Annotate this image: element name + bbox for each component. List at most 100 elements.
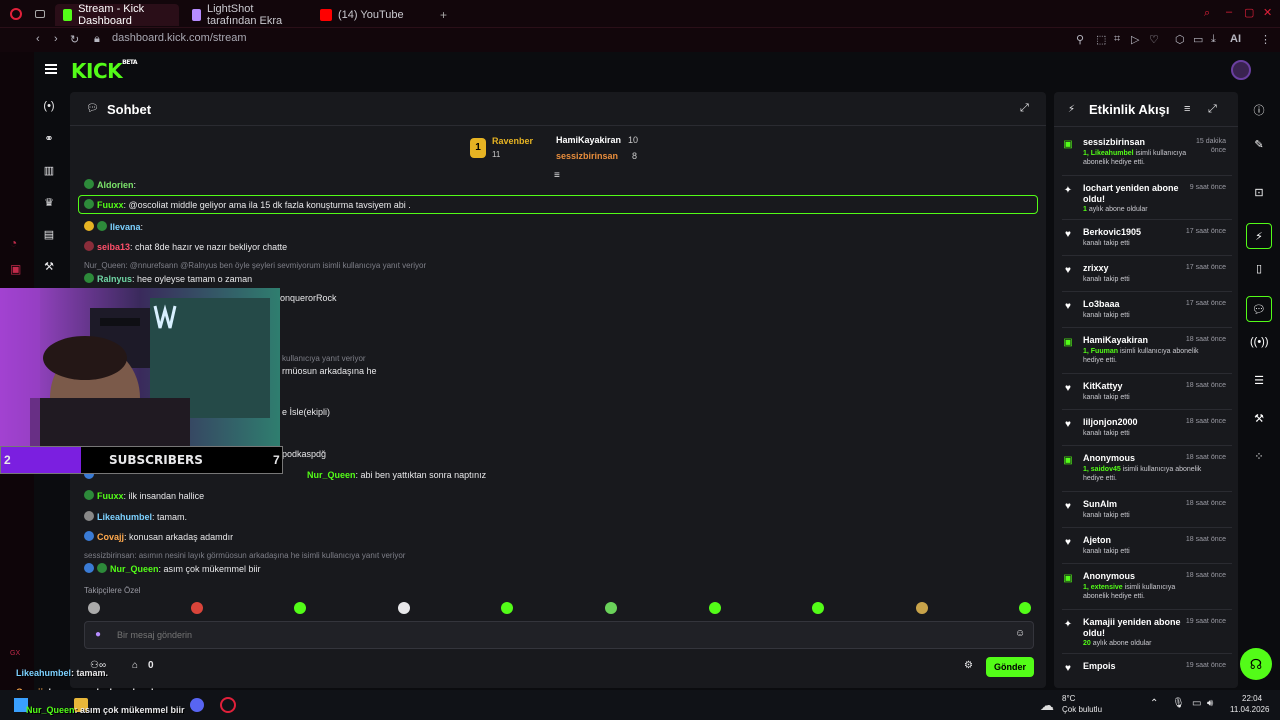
emote-icon[interactable] <box>88 602 100 614</box>
volume-icon[interactable]: 🔊︎ <box>1207 698 1213 709</box>
stream-icon[interactable]: (•) <box>42 100 56 114</box>
pin-icon[interactable]: ⚲ <box>1076 33 1084 46</box>
emote-icon[interactable] <box>709 602 721 614</box>
activity-popout-icon[interactable]: ⤢ <box>1208 103 1217 116</box>
chat-username[interactable]: Ilevana <box>110 222 141 232</box>
heart-icon[interactable]: ♡ <box>1149 33 1159 46</box>
store-icon[interactable]: ⌂ <box>132 660 138 671</box>
trophy-icon[interactable]: ♛ <box>42 196 56 210</box>
wrench-icon[interactable]: ⚒ <box>42 260 56 274</box>
lightning-icon[interactable]: ⚡︎ <box>1246 223 1272 249</box>
link-icon[interactable]: ⚭ <box>42 132 56 146</box>
history-icon[interactable]: ◔ <box>10 236 17 250</box>
event-name[interactable]: Anonymous <box>1083 453 1191 464</box>
emote-icon[interactable] <box>501 602 513 614</box>
clips-icon[interactable]: ▤ <box>42 228 56 242</box>
popout-icon[interactable]: ⤢ <box>1020 102 1029 115</box>
leader-name[interactable]: Ravenber <box>492 136 533 146</box>
activity-filter-icon[interactable]: ≡ <box>1184 103 1190 115</box>
chat-username[interactable]: Fuuxx <box>97 200 124 210</box>
event-name[interactable]: KitKattyy <box>1083 381 1191 392</box>
send-button[interactable]: Gönder <box>986 657 1034 677</box>
emote-icon[interactable] <box>191 602 203 614</box>
event-name[interactable]: Iochart yeniden abone oldu! <box>1083 183 1191 205</box>
mic-icon[interactable]: ● <box>95 629 101 640</box>
event-name[interactable]: HamiKayakiran <box>1083 335 1191 346</box>
event-name[interactable]: Lo3baaa <box>1083 299 1191 310</box>
chat-username[interactable]: Fuuxx <box>97 491 124 501</box>
event-name[interactable]: Anonymous <box>1083 571 1191 582</box>
extensions-icon[interactable]: ⬡ <box>1175 33 1185 46</box>
emoji-icon[interactable]: ☺ <box>1015 628 1025 639</box>
document-icon[interactable]: ▯ <box>1250 262 1268 280</box>
minimize-button[interactable]: – <box>1226 6 1232 18</box>
emote-icon[interactable] <box>294 602 306 614</box>
camera-icon[interactable]: ⊡ <box>1250 186 1268 204</box>
tab-overview-icon[interactable] <box>35 10 45 18</box>
event-name[interactable]: sessizbirinsan <box>1083 137 1191 148</box>
emote-icon[interactable] <box>812 602 824 614</box>
new-tab-button[interactable]: + <box>440 8 447 22</box>
hamburger-menu-icon[interactable] <box>45 64 57 74</box>
maximize-button[interactable]: ▢ <box>1244 6 1254 19</box>
snapshot-icon[interactable]: ⬚ <box>1096 33 1106 46</box>
chevron-up-icon[interactable]: ⌃ <box>1150 698 1158 709</box>
tab-kick-dashboard[interactable]: Stream - Kick Dashboard <box>55 3 179 27</box>
emote-icon[interactable] <box>1019 602 1031 614</box>
event-name[interactable]: Empois <box>1083 661 1191 672</box>
event-name[interactable]: zrixxy <box>1083 263 1191 274</box>
back-icon[interactable]: ‹ <box>36 33 40 45</box>
tab-lightshot[interactable]: LightShot tarafından Ekra <box>184 3 308 27</box>
event-name[interactable]: SunAlm <box>1083 499 1191 510</box>
event-name[interactable]: Berkovic1905 <box>1083 227 1191 238</box>
wrench-icon[interactable]: ⚒ <box>1250 412 1268 430</box>
chat-username[interactable]: seiba13 <box>97 242 130 252</box>
apps-icon[interactable]: ⁘ <box>1250 450 1268 468</box>
play-icon[interactable]: ▷ <box>1131 33 1139 46</box>
list-icon[interactable]: ☰ <box>1250 374 1268 392</box>
filter-icon[interactable]: ≡ <box>554 170 560 181</box>
emote-icon[interactable] <box>398 602 410 614</box>
forward-icon[interactable]: › <box>54 33 58 45</box>
bag-icon[interactable]: ▣ <box>10 262 21 276</box>
avatar[interactable] <box>1231 60 1251 80</box>
chat-input-box[interactable]: ● ☺ <box>84 621 1034 649</box>
taskbar-app-icon[interactable] <box>220 697 236 713</box>
chat-username[interactable]: Likeahumbel <box>97 512 152 522</box>
chat-input[interactable] <box>117 627 997 643</box>
wallet-icon[interactable]: ▭ <box>1193 33 1203 46</box>
chat-username[interactable]: Aldorien <box>97 180 134 190</box>
download-icon[interactable]: ⤓ <box>1211 33 1216 46</box>
leader-name[interactable]: HamiKayakiran <box>556 135 621 145</box>
chat-icon[interactable]: 💬︎ <box>1246 296 1272 322</box>
tab-youtube[interactable]: (14) YouTube <box>312 4 432 26</box>
kick-logo[interactable]: KICKBETA <box>71 59 138 83</box>
search-icon[interactable]: ⌕ <box>1204 7 1210 20</box>
broadcast-icon[interactable]: ((•)) <box>1250 336 1269 354</box>
analytics-icon[interactable]: ▥ <box>42 164 56 178</box>
emote-icon[interactable] <box>605 602 617 614</box>
event-name[interactable]: liljonjon2000 <box>1083 417 1191 428</box>
support-icon[interactable]: ☊ <box>1240 648 1272 680</box>
leader-name[interactable]: sessizbirinsan <box>556 151 618 161</box>
chat-username[interactable]: Nur_Queen <box>110 564 159 574</box>
chat-username[interactable]: Covajj <box>97 532 124 542</box>
chat-username[interactable]: Nur_Queen <box>307 470 356 480</box>
close-button[interactable]: ✕ <box>1263 6 1272 19</box>
reload-icon[interactable]: ↻ <box>70 33 79 46</box>
network-icon[interactable]: ▭ <box>1192 698 1201 709</box>
pencil-icon[interactable]: ✎ <box>1250 138 1268 156</box>
settings-gear-icon[interactable]: ⚙ <box>964 660 973 671</box>
event-name[interactable]: Ajeton <box>1083 535 1191 546</box>
event-name[interactable]: Kamajii yeniden abone oldu! <box>1083 617 1191 639</box>
taskbar-app-icon[interactable] <box>190 698 204 712</box>
mic-icon[interactable]: 🎙︎ <box>1172 698 1185 709</box>
info-icon[interactable]: ⓘ <box>1250 102 1268 120</box>
url-field[interactable]: dashboard.kick.com/stream <box>112 32 247 44</box>
emote-icon[interactable] <box>916 602 928 614</box>
chat-username[interactable]: Ralnyus <box>97 274 132 284</box>
ai-button[interactable]: AI <box>1230 33 1241 45</box>
opera-logo-icon[interactable] <box>10 8 22 20</box>
menu-icon[interactable]: ⋮ <box>1260 33 1271 46</box>
crop-icon[interactable]: ⌗ <box>1114 33 1120 46</box>
